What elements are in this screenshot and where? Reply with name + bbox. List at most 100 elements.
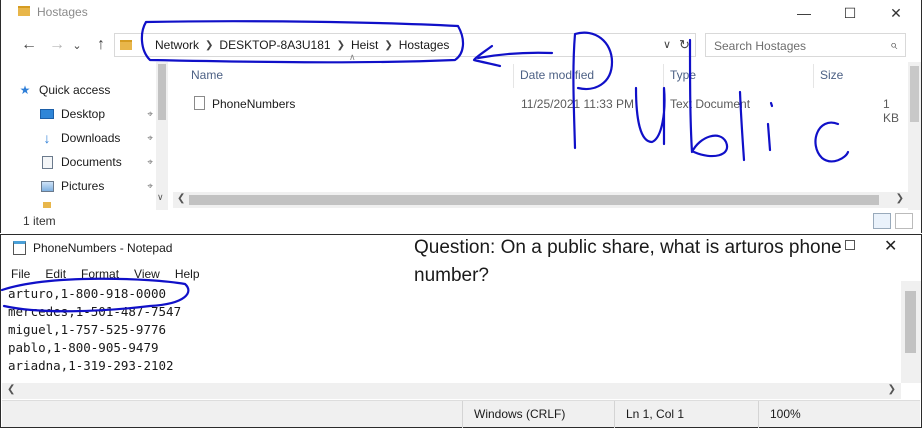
scroll-right-icon[interactable]: ❯ [896,193,904,204]
chevron-right-icon[interactable]: ❯ [337,40,345,51]
large-icons-view-icon[interactable] [895,213,913,229]
item-count: 1 item [23,214,56,228]
recent-locations-button[interactable]: ⌄ [67,36,87,54]
status-divider [614,401,615,428]
chevron-down-icon[interactable]: ∨ [663,38,671,51]
window-title: Hostages [37,5,88,19]
text-line: miguel,1-757-525-9776 [8,322,167,337]
pin-icon[interactable]: ⌖ [147,133,153,144]
explorer-titlebar: Hostages — ☐ ✕ [1,0,921,28]
horizontal-scrollbar[interactable]: ❮ ❯ [2,383,901,399]
back-button[interactable]: ← [19,36,39,54]
sidebar-scrollbar[interactable] [156,62,168,210]
horizontal-scrollbar[interactable]: ❮ ❯ [173,192,908,208]
status-bar: Windows (CRLF) Ln 1, Col 1 100% [2,400,920,428]
desktop-icon [39,107,55,121]
column-header-type[interactable]: Type [670,68,696,82]
folder-icon [120,40,132,50]
text-editor[interactable]: arturo,1-800-918-0000 mercedes,1-501-487… [6,285,902,381]
text-file-icon [194,96,205,110]
text-line: ariadna,1-319-293-2102 [8,358,174,373]
sidebar-item-label: Downloads [61,131,121,145]
address-bar[interactable]: Network ❯ DESKTOP-8A3U181 ❯ Heist ❯ Host… [114,33,696,57]
sidebar-item-label: Documents [61,155,122,169]
details-view-icon[interactable] [873,213,891,229]
breadcrumb-desktop[interactable]: DESKTOP-8A3U181 [219,38,330,52]
pin-icon[interactable]: ⌖ [147,157,153,168]
menu-edit[interactable]: Edit [45,267,66,281]
text-line: mercedes,1-501-487-7547 [8,304,182,319]
up-button[interactable]: ↑ [91,36,111,54]
chevron-right-icon[interactable]: ❯ [205,40,213,51]
chevron-down-icon[interactable]: ∨ [157,192,164,203]
window-title: PhoneNumbers - Notepad [33,241,173,255]
documents-icon [39,155,55,169]
sidebar-item-pictures[interactable]: Pictures ⌖ [39,176,153,196]
vertical-scrollbar[interactable] [908,62,921,210]
sidebar-item-label: Quick access [39,83,111,97]
breadcrumb: Network ❯ DESKTOP-8A3U181 ❯ Heist ❯ Host… [155,38,449,52]
menu-help[interactable]: Help [175,267,200,281]
menu-bar: File Edit Format View Help [11,267,200,281]
sidebar-item-label: Pictures [61,179,105,193]
scroll-right-icon[interactable]: ❯ [888,384,896,395]
sidebar-item-downloads[interactable]: ↓ Downloads ⌖ [39,128,154,148]
file-explorer-window: Hostages — ☐ ✕ ← → ⌄ ↑ Network ❯ DESKTOP… [0,0,922,233]
notepad-icon [13,241,26,255]
forward-button[interactable]: → [47,36,67,54]
column-header-name[interactable]: Name [191,68,223,82]
menu-format[interactable]: Format [81,267,119,281]
scroll-left-icon[interactable]: ❮ [177,193,185,204]
breadcrumb-heist[interactable]: Heist [351,38,378,52]
vertical-scrollbar[interactable] [901,281,921,383]
sidebar-item-quick-access[interactable]: ★ Quick access [17,80,157,100]
file-row[interactable]: PhoneNumbers 11/25/2021 11:33 PM Text Do… [185,94,905,125]
search-box[interactable]: Search Hostages ⌕ [705,33,906,57]
scrollbar-thumb[interactable] [905,291,916,353]
file-size: 1 KB [883,97,900,125]
cursor-position: Ln 1, Col 1 [626,407,685,421]
close-button[interactable]: ✕ [884,236,897,256]
folder-icon [43,202,51,208]
minimize-button[interactable]: — [781,0,827,26]
file-date: 11/25/2021 11:33 PM [521,97,634,111]
navigation-pane: ★ Quick access Desktop ⌖ ↓ Downloads ⌖ D… [1,62,171,210]
question-text: Question: On a public share, what is art… [414,237,842,286]
breadcrumb-hostages[interactable]: Hostages [399,38,450,52]
maximize-button[interactable]: ☐ [827,0,873,26]
folder-icon [18,6,30,16]
navigation-bar: ← → ⌄ ↑ Network ❯ DESKTOP-8A3U181 ❯ Heis… [1,30,921,60]
scrollbar-thumb[interactable] [158,64,166,120]
refresh-icon[interactable]: ↻ [679,37,690,53]
pin-icon[interactable]: ⌖ [147,181,153,192]
column-divider[interactable] [513,64,514,88]
pin-icon[interactable]: ⌖ [147,109,153,120]
sidebar-item-documents[interactable]: Documents ⌖ [39,152,153,172]
download-icon: ↓ [43,130,51,146]
file-list: Name ∧ Date modified Type Size PhoneNumb… [173,52,908,190]
scroll-left-icon[interactable]: ❮ [7,384,15,395]
scrollbar-thumb[interactable] [189,195,879,205]
pictures-icon [39,179,55,193]
file-type: Text Document [670,97,751,111]
close-button[interactable]: ✕ [873,0,919,26]
breadcrumb-network[interactable]: Network [155,38,199,52]
status-divider [462,401,463,428]
column-divider[interactable] [663,64,664,88]
chevron-right-icon[interactable]: ❯ [384,40,392,51]
column-header-size[interactable]: Size [820,68,843,82]
column-divider[interactable] [813,64,814,88]
star-icon: ★ [19,83,31,97]
status-bar: 1 item [1,210,921,232]
line-ending: Windows (CRLF) [474,407,566,421]
search-input[interactable]: Search Hostages [714,39,806,53]
menu-view[interactable]: View [134,267,160,281]
text-line: pablo,1-800-905-9479 [8,340,159,355]
search-icon: ⌕ [889,37,897,52]
column-header-date[interactable]: Date modified [520,68,594,82]
scrollbar-thumb[interactable] [910,66,919,122]
menu-file[interactable]: File [11,267,30,281]
chevron-up-icon: ∧ [349,52,356,62]
zoom-level: 100% [770,407,801,421]
sidebar-item-desktop[interactable]: Desktop ⌖ [39,104,153,124]
